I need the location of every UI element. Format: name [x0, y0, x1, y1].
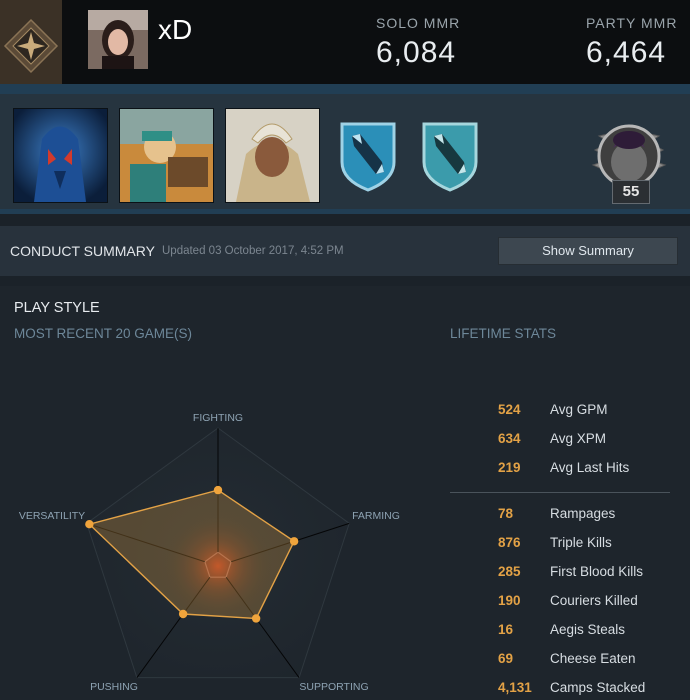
axis-label-farming: FARMING [352, 510, 400, 522]
playstyle-radar-chart: FIGHTING FARMING SUPPORTING PUSHING VERS… [19, 412, 400, 693]
stat-label: Camps Stacked [550, 680, 646, 695]
stat-value: 634 [498, 431, 521, 446]
axis-label-pushing: PUSHING [90, 681, 138, 693]
stats-divider [450, 492, 670, 493]
stat-label: Rampages [550, 506, 616, 521]
radar-point [213, 485, 223, 495]
player-name: xD [158, 14, 193, 45]
hero-portrait-blue-icon[interactable] [13, 108, 108, 203]
hero-portrait-tinker-icon[interactable] [119, 108, 214, 203]
stat-value: 78 [498, 506, 514, 521]
hero-portrait-omniknight-icon[interactable] [225, 108, 320, 203]
stat-label: Aegis Steals [550, 622, 626, 637]
solo-mmr-value: 6,084 [376, 36, 457, 69]
stat-label: Avg GPM [550, 402, 608, 417]
radar-point [85, 520, 94, 529]
axis-label-versatility: VERSATILITY [19, 510, 85, 522]
stat-row: 4,131 Camps Stacked [450, 680, 680, 700]
stat-value: 16 [498, 622, 514, 637]
stat-value: 219 [498, 460, 521, 475]
radar-point [251, 614, 261, 623]
avatar[interactable] [88, 10, 148, 69]
stat-value: 876 [498, 535, 521, 550]
stat-row: 69 Cheese Eaten [450, 651, 680, 671]
stat-label: Couriers Killed [550, 593, 638, 608]
stat-row: 876 Triple Kills [450, 535, 680, 555]
stat-label: First Blood Kills [550, 564, 644, 579]
stat-label: Cheese Eaten [550, 651, 636, 666]
lifetime-stats-label: LIFETIME STATS [450, 326, 557, 341]
stat-value: 190 [498, 593, 521, 608]
stat-row: 16 Aegis Steals [450, 622, 680, 642]
playstyle-title: PLAY STYLE [14, 300, 100, 316]
stat-row: 524 Avg GPM [450, 402, 680, 422]
party-mmr-label: PARTY MMR [586, 15, 678, 31]
profile-medal-icon [0, 0, 62, 84]
dota-shield-icon [338, 118, 398, 192]
stat-label: Avg XPM [550, 431, 607, 446]
recent-games-label: MOST RECENT 20 GAME(S) [14, 326, 193, 341]
solo-mmr-label: SOLO MMR [376, 15, 461, 31]
stat-value: 4,131 [498, 680, 532, 695]
stat-row: 219 Avg Last Hits [450, 460, 680, 480]
stat-row: 285 First Blood Kills [450, 564, 680, 584]
axis-label-fighting: FIGHTING [193, 412, 243, 424]
show-summary-button[interactable]: Show Summary [498, 237, 678, 265]
level-badge: 55 [612, 180, 650, 204]
stat-row: 190 Couriers Killed [450, 593, 680, 613]
stat-value: 285 [498, 564, 521, 579]
stat-row: 634 Avg XPM [450, 431, 680, 451]
stat-label: Triple Kills [550, 535, 612, 550]
stat-value: 69 [498, 651, 514, 666]
axis-label-supporting: SUPPORTING [299, 681, 368, 693]
stat-row: 78 Rampages [450, 506, 680, 526]
conduct-updated-timestamp: Updated 03 October 2017, 4:52 PM [162, 245, 344, 257]
party-mmr-value: 6,464 [586, 36, 667, 69]
stat-value: 524 [498, 402, 521, 417]
stat-label: Avg Last Hits [550, 460, 630, 475]
radar-point [289, 537, 299, 546]
radar-point [178, 609, 188, 619]
dota-shield-icon [420, 118, 480, 192]
conduct-summary-title: CONDUCT SUMMARY [10, 243, 155, 259]
